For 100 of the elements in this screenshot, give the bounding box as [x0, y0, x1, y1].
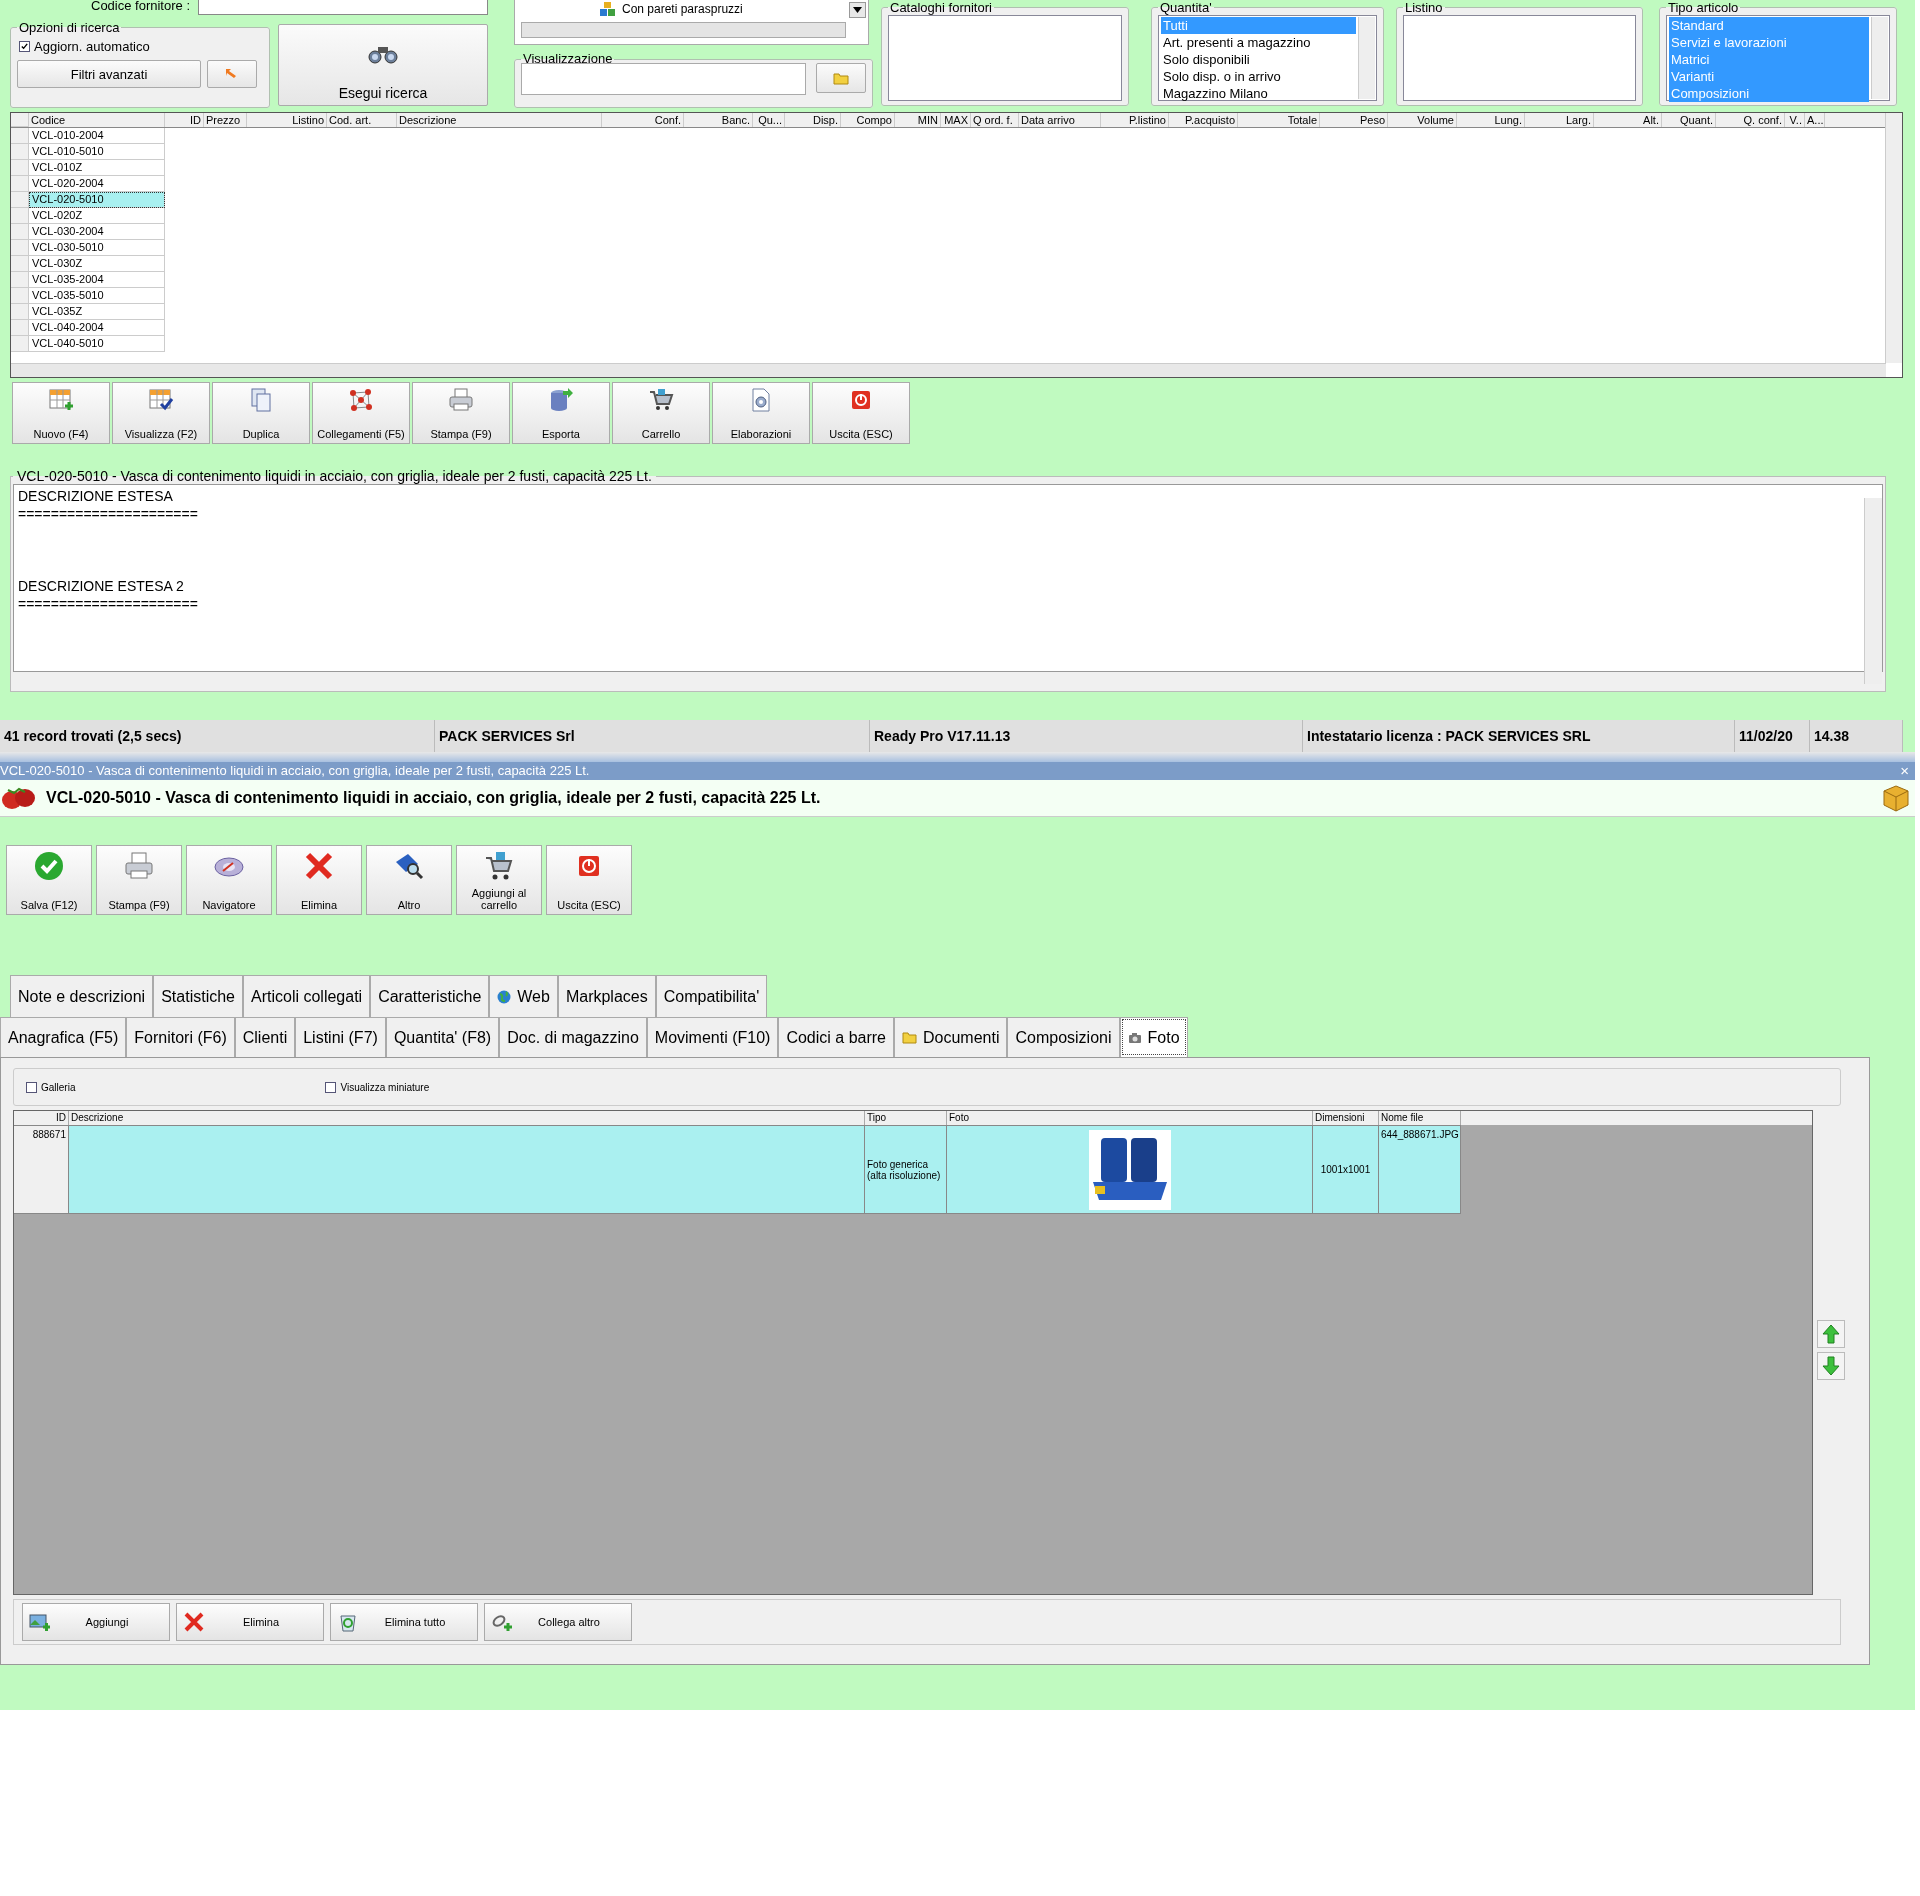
- column-header[interactable]: Codice: [29, 113, 165, 127]
- search-button[interactable]: Esegui ricerca: [278, 24, 488, 106]
- column-header[interactable]: Quant.: [1662, 113, 1716, 127]
- action-button[interactable]: Navigatore: [186, 845, 272, 915]
- row-header[interactable]: [11, 320, 29, 336]
- column-header[interactable]: MIN: [895, 113, 941, 127]
- filter-list[interactable]: Tutti Art. presenti a magazzino Solo disponibili Solo disp. o in arrivo Magazzino Milano: [1158, 15, 1377, 101]
- row-header[interactable]: [11, 224, 29, 240]
- column-header[interactable]: Descrizione: [397, 113, 602, 127]
- column-header[interactable]: Volume: [1388, 113, 1457, 127]
- row-header[interactable]: [11, 144, 29, 160]
- move-down-button[interactable]: [1817, 1352, 1845, 1380]
- table-cell[interactable]: VCL-030-2004: [29, 224, 165, 240]
- row-header[interactable]: [11, 288, 29, 304]
- tab[interactable]: Statistiche: [153, 975, 243, 1017]
- table-cell[interactable]: VCL-040-2004: [29, 320, 165, 336]
- tab[interactable]: Fornitori (F6): [126, 1017, 235, 1057]
- tab[interactable]: Clienti: [234, 1017, 296, 1057]
- column-header[interactable]: P.acquisto: [1169, 113, 1238, 127]
- vertical-scrollbar[interactable]: [1871, 17, 1888, 99]
- column-header[interactable]: Compo: [841, 113, 895, 127]
- photo-action-button[interactable]: Elimina tutto: [330, 1603, 478, 1641]
- tree-item[interactable]: Con pareti paraspruzzi: [622, 2, 743, 16]
- column-header[interactable]: A...: [1805, 113, 1825, 127]
- toolbar-button[interactable]: Uscita (ESC): [812, 382, 910, 444]
- toolbar-button[interactable]: Elaborazioni: [712, 382, 810, 444]
- checkbox[interactable]: [325, 1081, 337, 1093]
- row-header[interactable]: [11, 240, 29, 256]
- table-cell[interactable]: VCL-035-2004: [29, 272, 165, 288]
- column-header[interactable]: Conf.: [602, 113, 684, 127]
- column-header[interactable]: Alt.: [1594, 113, 1662, 127]
- tab[interactable]: Note e descrizioni: [10, 975, 154, 1017]
- row-header[interactable]: [11, 192, 29, 208]
- list-item[interactable]: Art. presenti a magazzino: [1161, 34, 1356, 51]
- column-header[interactable]: Larg.: [1525, 113, 1594, 127]
- row-header[interactable]: [11, 160, 29, 176]
- vertical-scrollbar[interactable]: [1358, 17, 1375, 99]
- filter-arrow-button[interactable]: [207, 60, 257, 88]
- row-header[interactable]: [11, 208, 29, 224]
- tab[interactable]: Doc. di magazzino: [499, 1017, 647, 1057]
- row-header[interactable]: [11, 272, 29, 288]
- tab[interactable]: Codici a barre: [778, 1017, 894, 1057]
- column-header[interactable]: Lung.: [1457, 113, 1525, 127]
- column-header[interactable]: Listino: [247, 113, 327, 127]
- view-dropdown[interactable]: [521, 63, 806, 95]
- toolbar-button[interactable]: Stampa (F9): [412, 382, 510, 444]
- column-header[interactable]: Totale: [1238, 113, 1320, 127]
- tab[interactable]: Quantita' (F8): [385, 1017, 500, 1057]
- toolbar-button[interactable]: Duplica: [212, 382, 310, 444]
- tab[interactable]: Articoli collegati: [243, 975, 371, 1017]
- horizontal-scrollbar[interactable]: [11, 363, 1886, 377]
- column-header[interactable]: P.listino: [1101, 113, 1169, 127]
- action-button[interactable]: Aggiungi al carrello: [456, 845, 542, 915]
- table-cell[interactable]: VCL-030-5010: [29, 240, 165, 256]
- move-up-button[interactable]: [1817, 1320, 1845, 1348]
- supplier-code-field[interactable]: [198, 0, 488, 15]
- tab[interactable]: Anagrafica (F5): [0, 1017, 127, 1057]
- toolbar-button[interactable]: Esporta: [512, 382, 610, 444]
- tab[interactable]: Web: [489, 975, 558, 1017]
- column-header[interactable]: Cod. art.: [327, 113, 397, 127]
- column-header[interactable]: Q. conf.: [1716, 113, 1785, 127]
- table-cell[interactable]: VCL-010-2004: [29, 128, 165, 144]
- table-cell[interactable]: VCL-035Z: [29, 304, 165, 320]
- action-button[interactable]: Uscita (ESC): [546, 845, 632, 915]
- tab[interactable]: Composizioni: [1007, 1017, 1120, 1057]
- tab[interactable]: Compatibilita': [655, 975, 768, 1017]
- table-cell[interactable]: VCL-030Z: [29, 256, 165, 272]
- column-header[interactable]: Banc.: [684, 113, 753, 127]
- tab[interactable]: Movimenti (F10): [646, 1017, 779, 1057]
- list-item[interactable]: Magazzino Milano: [1161, 85, 1356, 102]
- action-button[interactable]: Elimina: [276, 845, 362, 915]
- vertical-scrollbar[interactable]: [1885, 113, 1902, 363]
- checkbox[interactable]: [19, 41, 30, 52]
- column-header[interactable]: Disp.: [785, 113, 841, 127]
- column-header[interactable]: Data arrivo: [1019, 113, 1101, 127]
- tab[interactable]: Listini (F7): [295, 1017, 386, 1057]
- tab[interactable]: Caratteristiche: [370, 975, 490, 1017]
- toolbar-button[interactable]: Nuovo (F4): [12, 382, 110, 444]
- vertical-scrollbar[interactable]: [1864, 498, 1882, 684]
- table-cell[interactable]: VCL-035-5010: [29, 288, 165, 304]
- table-cell[interactable]: VCL-040-5010: [29, 336, 165, 352]
- table-cell[interactable]: VCL-020-5010: [29, 192, 165, 208]
- toolbar-button[interactable]: Collegamenti (F5): [312, 382, 410, 444]
- photo-action-button[interactable]: Aggiungi: [22, 1603, 170, 1641]
- table-cell[interactable]: VCL-010-5010: [29, 144, 165, 160]
- column-header[interactable]: ID: [165, 113, 204, 127]
- scroll-down-button[interactable]: [849, 2, 866, 18]
- photo-action-button[interactable]: Collega altro: [484, 1603, 632, 1641]
- tab[interactable]: Foto: [1119, 1017, 1188, 1057]
- filter-list[interactable]: [1403, 15, 1636, 101]
- photo-action-button[interactable]: Elimina: [176, 1603, 324, 1641]
- tab[interactable]: Documenti: [894, 1017, 1008, 1057]
- column-header[interactable]: Qu...: [753, 113, 785, 127]
- table-cell[interactable]: VCL-010Z: [29, 160, 165, 176]
- column-header[interactable]: MAX: [941, 113, 971, 127]
- description-text-area[interactable]: DESCRIZIONE ESTESA ====================== DESCRIZIONE ESTESA 2 ======================: [13, 484, 1883, 672]
- column-header[interactable]: Peso: [1320, 113, 1388, 127]
- toolbar-button[interactable]: Visualizza (F2): [112, 382, 210, 444]
- folder-button[interactable]: [816, 63, 866, 93]
- column-header[interactable]: Q ord. f.: [971, 113, 1019, 127]
